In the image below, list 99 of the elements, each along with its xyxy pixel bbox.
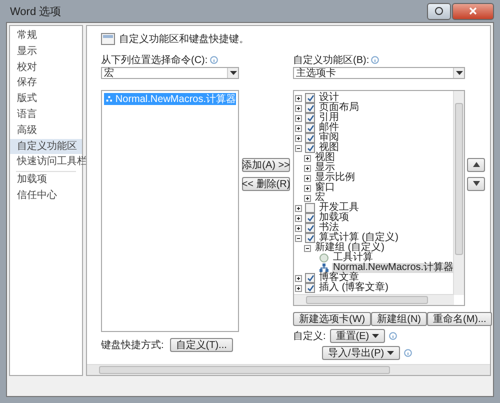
horizontal-scrollbar[interactable] xyxy=(87,364,490,375)
tree-item[interactable]: 审阅 xyxy=(318,133,340,143)
checkbox[interactable] xyxy=(305,203,315,213)
ribbon-icon xyxy=(101,33,115,45)
tree-item[interactable]: 视图 xyxy=(318,143,340,153)
tree-item[interactable]: 插入 (博客文章) xyxy=(318,283,390,293)
collapse-icon[interactable] xyxy=(295,234,302,242)
caret-icon xyxy=(230,71,236,75)
rename-button[interactable]: 重命名(M)... xyxy=(427,312,492,326)
macro-icon xyxy=(319,263,329,273)
tree-item[interactable]: 引用 xyxy=(318,113,340,123)
expand-icon[interactable] xyxy=(304,154,311,162)
sidebar-item[interactable]: 校对 xyxy=(10,60,82,76)
tree-item[interactable]: 设计 xyxy=(318,93,340,103)
sidebar-item[interactable]: 加载项 xyxy=(10,172,82,188)
tree-item[interactable]: 邮件 xyxy=(318,123,340,133)
help-icon xyxy=(435,7,443,15)
add-button[interactable]: 添加(A) >> xyxy=(242,158,290,172)
down-icon xyxy=(472,181,480,186)
sidebar-item[interactable]: 高级 xyxy=(10,122,82,139)
expand-icon[interactable] xyxy=(295,124,302,132)
expand-icon[interactable] xyxy=(295,114,302,122)
info-icon xyxy=(389,332,398,340)
expand-icon[interactable] xyxy=(304,174,311,182)
up-icon xyxy=(472,162,480,167)
field-label: 自定义功能区(B): xyxy=(293,54,370,67)
help-button[interactable] xyxy=(427,2,451,20)
checkbox[interactable] xyxy=(305,123,315,133)
info-icon xyxy=(404,349,412,357)
expand-icon[interactable] xyxy=(295,224,302,232)
remove-button[interactable]: << 删除(R) xyxy=(242,176,290,190)
tree-item[interactable]: 显示比例 xyxy=(314,173,356,183)
checkbox[interactable] xyxy=(305,143,315,153)
sidebar-item[interactable]: 信任中心 xyxy=(10,188,82,204)
sidebar-item[interactable]: 语言 xyxy=(10,106,82,123)
tree-item[interactable]: 书法 xyxy=(318,223,340,233)
collapse-icon[interactable] xyxy=(295,144,302,152)
window-title: Word 选项 xyxy=(9,4,62,18)
expand-icon[interactable] xyxy=(295,104,302,112)
customize-button[interactable]: 自定义(T)... xyxy=(170,338,233,352)
tree-item[interactable]: 开发工具 xyxy=(318,203,360,213)
checkbox[interactable] xyxy=(305,283,315,293)
expand-icon[interactable] xyxy=(295,274,302,282)
expand-icon[interactable] xyxy=(295,214,302,222)
checkbox[interactable] xyxy=(305,103,315,113)
tree-item[interactable]: 页面布局 xyxy=(318,103,360,113)
field-label: 从下列位置选择命令(C): xyxy=(101,54,208,67)
tree-item[interactable]: 加载项 xyxy=(318,213,350,223)
close-icon xyxy=(469,7,477,15)
tree-item[interactable]: 视图 xyxy=(314,153,336,163)
info-icon xyxy=(371,56,380,64)
caret-icon xyxy=(372,334,380,338)
checkbox[interactable] xyxy=(305,93,315,103)
checkbox[interactable] xyxy=(305,233,315,243)
checkbox[interactable] xyxy=(305,213,315,223)
tree-item[interactable]: 算式计算 (自定义) xyxy=(318,233,400,243)
caret-icon xyxy=(456,71,462,75)
caret-icon xyxy=(387,351,394,355)
expand-icon[interactable] xyxy=(295,284,302,292)
sidebar-item[interactable]: 显示 xyxy=(10,44,82,60)
reset-button[interactable]: 重置(E) xyxy=(330,329,386,343)
macro-icon xyxy=(106,94,112,104)
vertical-scrollbar[interactable] xyxy=(453,91,464,295)
field-label: 键盘快捷方式: xyxy=(101,338,164,352)
checkbox[interactable] xyxy=(305,133,315,143)
field-label: 自定义: xyxy=(293,330,326,343)
expand-icon[interactable] xyxy=(304,184,311,192)
close-button[interactable] xyxy=(452,2,494,20)
sidebar-item[interactable]: 版式 xyxy=(10,91,82,107)
new-tab-button[interactable]: 新建选项卡(W) xyxy=(293,312,372,326)
tree-item[interactable]: 工具计算 xyxy=(332,253,374,263)
new-group-button[interactable]: 新建组(N) xyxy=(371,312,427,326)
expand-icon[interactable] xyxy=(295,204,302,212)
tree-item[interactable]: 窗口 xyxy=(314,183,336,193)
tree-item[interactable]: 博客文章 xyxy=(318,273,360,283)
expand-icon[interactable] xyxy=(304,164,311,172)
expand-icon[interactable] xyxy=(295,94,302,102)
expand-icon[interactable] xyxy=(304,194,311,202)
checkbox[interactable] xyxy=(305,223,315,233)
sidebar-item[interactable]: 自定义功能区 xyxy=(10,138,82,154)
tree-item[interactable]: 显示 xyxy=(314,163,336,173)
move-down-button[interactable] xyxy=(467,176,485,190)
section-heading: 自定义功能区和键盘快捷键。 xyxy=(119,32,249,46)
import-export-button[interactable]: 导入/导出(P) xyxy=(322,346,400,360)
move-up-button[interactable] xyxy=(467,158,485,172)
dropdown[interactable]: 宏 xyxy=(101,67,239,79)
sidebar-item[interactable]: 保存 xyxy=(10,75,82,92)
sidebar-item[interactable]: 常规 xyxy=(10,28,82,44)
tree-item[interactable]: 新建组 (自定义) xyxy=(314,243,386,253)
checkbox[interactable] xyxy=(305,273,315,283)
dropdown[interactable]: 主选项卡 xyxy=(293,67,465,79)
horizontal-scrollbar[interactable] xyxy=(294,294,454,305)
circle-icon xyxy=(319,253,329,263)
collapse-icon[interactable] xyxy=(304,244,311,252)
info-icon xyxy=(210,56,218,64)
tree-item[interactable]: 宏 xyxy=(314,193,326,203)
tree-item[interactable]: Normal.NewMacros.计算器 xyxy=(332,263,455,273)
checkbox[interactable] xyxy=(305,113,315,123)
expand-icon[interactable] xyxy=(295,134,302,142)
